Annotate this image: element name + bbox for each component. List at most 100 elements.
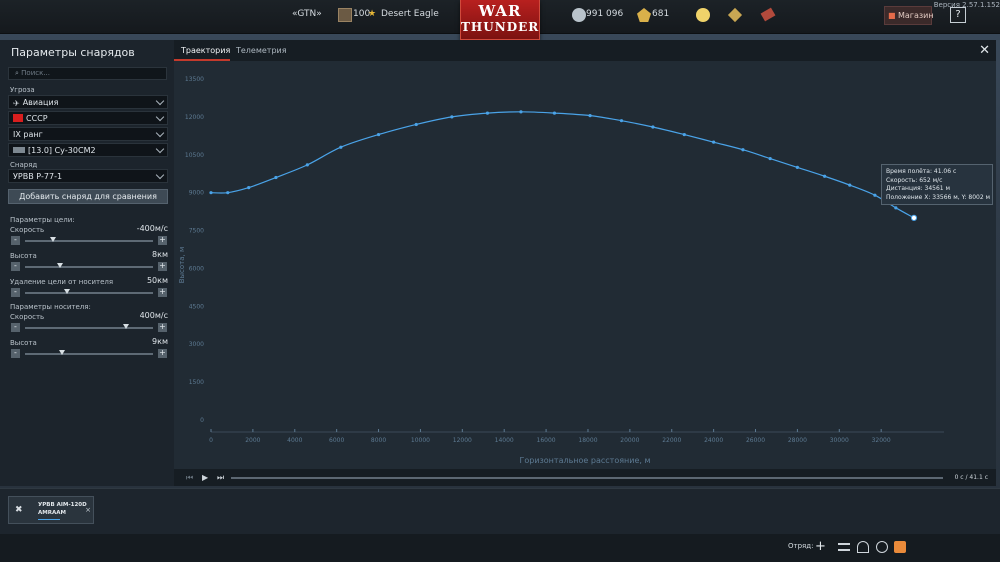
data-point[interactable] [712,140,716,144]
add-icon[interactable]: + [815,540,827,553]
slider-handle[interactable] [50,237,57,242]
data-point[interactable] [894,206,898,210]
data-point[interactable] [226,191,230,195]
data-point[interactable] [741,148,745,152]
y-tick-label: 0 [200,417,204,424]
data-point[interactable] [619,119,624,123]
search-input[interactable]: ⌕ Поиск... [8,67,167,80]
carrier-alt-plus-button[interactable]: + [158,349,167,358]
squad-label: Отряд: [788,542,814,550]
x-tick-label: 10000 [411,437,430,444]
gold-balance[interactable]: 681 [652,9,669,19]
distance-plus-button[interactable]: + [158,288,167,297]
x-tick-label: 24000 [704,437,723,444]
chevron-down-icon [155,96,165,106]
tab-trajectory[interactable]: Траектория [181,46,230,55]
data-point[interactable] [848,183,852,187]
data-point[interactable] [247,186,251,190]
y-tick-label: 1500 [189,379,204,386]
threat-dropdown[interactable]: ✈ Авиация [8,95,168,109]
x-tick-label: 8000 [371,437,386,444]
shell-dropdown[interactable]: УРВВ Р-77-1 [8,169,168,183]
slider-handle[interactable] [123,324,130,329]
avatar[interactable] [338,8,352,22]
carrier-speed-minus-button[interactable]: - [11,323,20,332]
tab-telemetry[interactable]: Телеметрия [236,46,287,55]
slider-handle[interactable] [56,263,63,268]
silver-balance[interactable]: 991 096 [586,9,623,19]
play-icon[interactable]: ▶ [202,473,208,482]
mail-icon[interactable] [894,541,906,553]
rank-dropdown[interactable]: IX ранг [8,127,168,141]
target-speed-label: Скорость [10,226,45,234]
data-point[interactable] [519,110,523,114]
point-tooltip: Время полёта: 41.06 с Скорость: 652 м/с … [881,164,993,205]
remove-shell-button[interactable]: × [85,506,91,514]
slider-handle[interactable] [64,289,71,294]
playback-slider[interactable] [231,477,943,479]
data-point[interactable] [376,132,381,137]
add-shell-compare-button[interactable]: Добавить снаряд для сравнения [8,189,168,204]
data-point[interactable] [682,132,686,137]
data-point[interactable] [795,165,800,170]
version-text: Версия 2.57.1.152 [933,1,1000,9]
help-button[interactable]: ? [950,7,966,23]
distance-slider[interactable] [25,289,153,294]
skip-end-icon[interactable]: ⏭ [217,473,224,482]
close-icon[interactable]: ✕ [979,44,990,57]
target-alt-plus-button[interactable]: + [158,262,167,271]
data-point[interactable] [339,145,343,149]
y-tick-label: 3000 [189,341,204,348]
target-alt-slider[interactable] [25,263,153,268]
star-icon: ★ [368,9,377,19]
golden-eagles-icon [637,8,651,22]
trajectory-chart[interactable]: 0 1500 3000 4500 6000 7500 9000 10500 12000 13500… [174,61,996,469]
carrier-speed-plus-button[interactable]: + [158,323,167,332]
carrier-alt-minus-button[interactable]: - [11,349,20,358]
rewind-icon[interactable]: ⏮ [186,473,193,482]
player-nickname[interactable]: Desert Eagle [381,9,439,19]
chat-icon[interactable] [876,541,888,553]
data-point[interactable] [873,193,877,197]
slider-handle[interactable] [59,350,66,355]
data-point[interactable] [485,111,490,115]
data-point[interactable] [588,114,592,118]
selected-point[interactable] [910,214,918,221]
x-tick-label: 12000 [453,437,472,444]
target-params-label: Параметры цели: [10,216,75,224]
data-point[interactable] [305,163,309,167]
list-icon[interactable] [838,543,850,551]
y-tick-label: 12000 [185,114,204,121]
contacts-icon[interactable] [857,541,869,553]
distance-minus-button[interactable]: - [11,288,20,297]
carrier-params-label: Параметры носителя: [10,303,91,311]
tooltip-position: Положение X: 33566 м, Y: 8002 м [886,193,991,201]
shell-card[interactable]: ✖ УРВВ AIM-120D AMRAAM × [8,496,94,524]
data-point[interactable] [552,111,557,115]
shop-button[interactable]: ■ Магазин [884,6,934,25]
target-speed-slider[interactable] [25,237,153,242]
logo-line1: WAR [478,2,522,20]
data-point[interactable] [209,191,213,195]
game-logo[interactable]: WAR THUNDER [460,0,540,40]
target-alt-minus-button[interactable]: - [11,262,20,271]
country-dropdown[interactable]: СССР [8,111,168,125]
coupon-icon[interactable] [760,7,776,22]
data-point[interactable] [768,156,772,161]
target-speed-minus-button[interactable]: - [11,236,20,245]
data-point[interactable] [274,175,278,180]
data-point[interactable] [651,125,655,129]
lightbulb-icon[interactable] [696,8,710,22]
rank-value: IX ранг [13,130,43,139]
carrier-alt-slider[interactable] [25,350,153,355]
target-speed-plus-button[interactable]: + [158,236,167,245]
rank-badge-icon[interactable] [727,7,743,23]
missile-icon: ✖ [15,505,23,515]
data-point[interactable] [450,115,454,119]
vehicle-dropdown[interactable]: [13.0] Су-30СМ2 [8,143,168,157]
app-window: «GTN» 100 ★ Desert Eagle WAR THUNDER 991… [0,0,1000,562]
data-point[interactable] [823,174,827,178]
carrier-speed-slider[interactable] [25,324,153,329]
ussr-flag-icon [13,114,23,122]
data-point[interactable] [414,122,418,127]
